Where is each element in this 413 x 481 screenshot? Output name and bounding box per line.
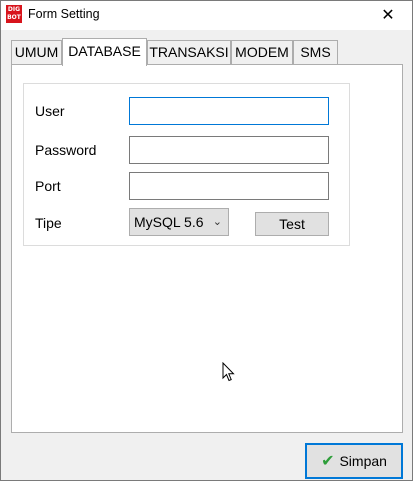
window-title: Form Setting [28, 7, 100, 21]
user-label: User [35, 103, 65, 119]
database-groupbox: User Password Port Tipe MySQL 5.6 ⌄ Test [23, 83, 350, 246]
test-button[interactable]: Test [255, 212, 329, 236]
title-bar[interactable]: DIG BOT Form Setting ✕ [1, 1, 412, 30]
mouse-cursor-icon [222, 362, 235, 382]
chevron-down-icon: ⌄ [212, 216, 222, 228]
port-input[interactable] [129, 172, 329, 200]
tab-database[interactable]: DATABASE [62, 38, 147, 66]
app-logo-icon: DIG BOT [6, 5, 22, 23]
tipe-select[interactable]: MySQL 5.6 ⌄ [129, 208, 229, 236]
tipe-label: Tipe [35, 215, 62, 231]
simpan-button[interactable]: ✔ Simpan [305, 443, 403, 479]
simpan-label: Simpan [339, 453, 387, 469]
user-input[interactable] [129, 97, 329, 125]
port-label: Port [35, 178, 61, 194]
password-input[interactable] [129, 136, 329, 164]
form-setting-window: DIG BOT Form Setting ✕ UMUM DATABASE TRA… [0, 0, 413, 481]
checkmark-icon: ✔ [321, 453, 335, 470]
tab-modem[interactable]: MODEM [231, 40, 293, 64]
tab-umum[interactable]: UMUM [11, 40, 62, 64]
database-tab-panel: User Password Port Tipe MySQL 5.6 ⌄ Test [11, 64, 403, 433]
password-label: Password [35, 142, 97, 158]
tab-sms[interactable]: SMS [293, 40, 338, 64]
tab-transaksi[interactable]: TRANSAKSI [147, 40, 231, 64]
close-icon[interactable]: ✕ [377, 5, 399, 25]
tipe-selected-value: MySQL 5.6 [134, 214, 204, 230]
